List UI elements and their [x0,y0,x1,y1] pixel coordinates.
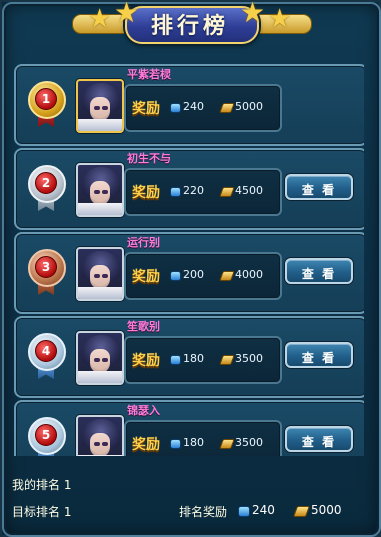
avatar-collar [78,203,122,215]
avatar-eye [102,274,108,278]
rank-medal-silver: 2 [26,165,66,211]
star-icon: ★ [240,0,266,29]
gem-icon [170,187,181,197]
gem-reward-value: 220 [183,184,204,197]
ranking-row-3: 3 运行别 奖励 200 4000 查 看 [14,232,364,314]
gold-ingot-icon [219,439,235,449]
avatar-eye [102,190,108,194]
avatar-collar [78,119,122,131]
reward-box: 奖励 220 4500 [124,168,282,216]
target-rank: 目标排名 1 [12,503,71,520]
avatar[interactable] [76,247,124,301]
avatar-eye [94,274,100,278]
my-rank: 我的排名 1 [12,476,71,493]
reward-box: 奖励 180 3500 [124,336,282,384]
avatar-collar [78,287,122,299]
rank-number: 3 [35,256,57,278]
gem-reward-value: 180 [183,352,204,365]
avatar-collar [78,455,122,456]
reward-label: 奖励 [132,185,160,201]
rank-number: 4 [35,340,57,362]
avatar-eye [94,190,100,194]
view-button[interactable]: 查 看 [285,426,353,452]
avatar-eye [102,358,108,362]
avatar[interactable] [76,163,124,217]
reward-box: 奖励 180 3500 [124,420,282,456]
rank-medal-bronze: 3 [26,249,66,295]
gem-icon [170,439,181,449]
gold-ingot-icon [292,506,311,517]
player-name: 初生不与 [127,152,171,165]
gem-icon [170,355,181,365]
avatar-eye [94,358,100,362]
gem-reward-value: 200 [183,268,204,281]
target-rank-label: 目标排名 [12,505,61,519]
avatar-collar [78,371,122,383]
gem-icon [238,506,250,517]
rank-medal-gold: 1 [26,81,66,127]
ranking-row-2: 2 初生不与 奖励 220 4500 查 看 [14,148,364,230]
gem-icon [170,103,181,113]
avatar-eye [102,442,108,446]
player-name: 平紫若棂 [127,68,171,81]
rank-medal-blue: 5 [26,417,66,456]
gold-reward-value: 4000 [235,268,263,281]
page-title: 排行榜 [150,14,229,39]
rank-reward-label: 排名奖励 [179,505,228,519]
star-icon: ★ [88,4,112,34]
gem-icon [170,271,181,281]
star-icon: ★ [114,0,140,29]
view-button[interactable]: 查 看 [285,342,353,368]
my-rank-value: 1 [63,478,72,492]
reward-label: 奖励 [132,269,160,285]
ranking-list[interactable]: 1 平紫若棂 奖励 240 5000 2 初生不与 奖励 220 4500 查 … [14,56,364,456]
ranking-row-1: 1 平紫若棂 奖励 240 5000 [14,64,364,146]
avatar[interactable] [76,79,124,133]
my-rank-label: 我的排名 [12,478,61,492]
gold-reward-value: 3500 [235,436,263,449]
avatar-eye [94,106,100,110]
avatar-eye [102,106,108,110]
rank-number: 1 [35,88,57,110]
view-button[interactable]: 查 看 [285,174,353,200]
reward-label: 奖励 [132,353,160,369]
reward-box: 奖励 200 4000 [124,252,282,300]
player-name: 运行别 [127,236,160,249]
reward-label: 奖励 [132,437,160,453]
gold-ingot-icon [219,103,235,113]
rank-summary: 我的排名 1 目标排名 1 排名奖励 240 5000 [12,476,367,526]
avatar[interactable] [76,415,124,456]
gold-reward-value: 4500 [235,184,263,197]
gold-ingot-icon [219,355,235,365]
gem-reward-value: 240 [183,100,204,113]
gold-ingot-icon [219,187,235,197]
player-name: 锦瑟入 [127,404,160,417]
star-icon: ★ [268,4,292,34]
reward-box: 奖励 240 5000 [124,84,282,132]
view-button[interactable]: 查 看 [285,258,353,284]
avatar-eye [94,442,100,446]
rank-number: 2 [35,172,57,194]
avatar[interactable] [76,331,124,385]
rank-medal-blue: 4 [26,333,66,379]
gold-reward-value: 5000 [235,100,263,113]
rank-reward-gems: 240 [252,503,275,517]
ranking-row-5: 5 锦瑟入 奖励 180 3500 查 看 [14,400,364,456]
gem-reward-value: 180 [183,436,204,449]
rank-reward-gold: 5000 [311,503,342,517]
player-name: 笙歌别 [127,320,160,333]
rank-number: 5 [35,424,57,446]
gold-ingot-icon [219,271,235,281]
gold-reward-value: 3500 [235,352,263,365]
reward-label: 奖励 [132,101,160,117]
target-rank-value: 1 [63,505,72,519]
ranking-row-4: 4 笙歌别 奖励 180 3500 查 看 [14,316,364,398]
